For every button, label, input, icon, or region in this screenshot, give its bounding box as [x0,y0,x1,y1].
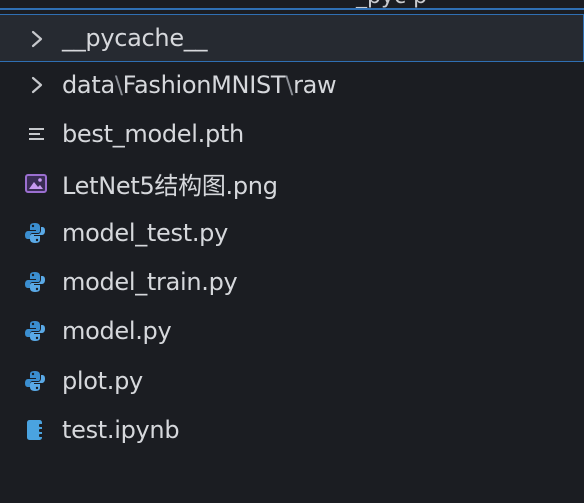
file-label: test.ipynb [62,416,180,444]
folder-label: __pycache__ [62,24,208,52]
explorer-item-model-py[interactable]: model.py [0,307,584,355]
python-icon [25,371,45,391]
python-icon [25,272,45,292]
file-label: model_test.py [62,219,228,247]
image-file-icon [25,174,47,193]
file-label: LetNet5结构图.png [62,171,278,200]
file-label: model_train.py [62,268,238,296]
folder-segment[interactable]: FashionMNIST [123,71,286,99]
explorer-item-pycache[interactable]: __pycache__ [0,14,584,62]
focus-border [0,8,584,10]
explorer-item-model-test-py[interactable]: model_test.py [0,209,584,257]
explorer-item-letnet5-png[interactable]: LetNet5结构图.png [0,159,584,207]
lines-file-icon [29,128,44,140]
folder-segment[interactable]: data [62,71,115,99]
file-explorer: _pyc p __pycache__ data\FashionMNIST\raw… [0,0,584,503]
notebook-icon [27,420,43,440]
python-icon [25,223,45,243]
explorer-item-best-model-pth[interactable]: best_model.pth [0,110,584,158]
explorer-item-test-ipynb[interactable]: test.ipynb [0,406,584,454]
explorer-item-plot-py[interactable]: plot.py [0,357,584,405]
path-separator: \ [285,71,294,99]
python-icon [25,321,45,341]
folder-segment[interactable]: raw [293,71,337,99]
file-label: best_model.pth [62,120,244,148]
file-label: model.py [62,317,172,345]
path-separator: \ [114,71,123,99]
explorer-item-model-train-py[interactable]: model_train.py [0,258,584,306]
explorer-item-data-fashionmnist-raw[interactable]: data\FashionMNIST\raw [0,61,584,109]
compact-folder-label: data\FashionMNIST\raw [62,71,337,99]
file-label: plot.py [62,367,143,395]
chevron-right-icon[interactable] [30,29,44,49]
chevron-right-icon[interactable] [30,75,44,95]
